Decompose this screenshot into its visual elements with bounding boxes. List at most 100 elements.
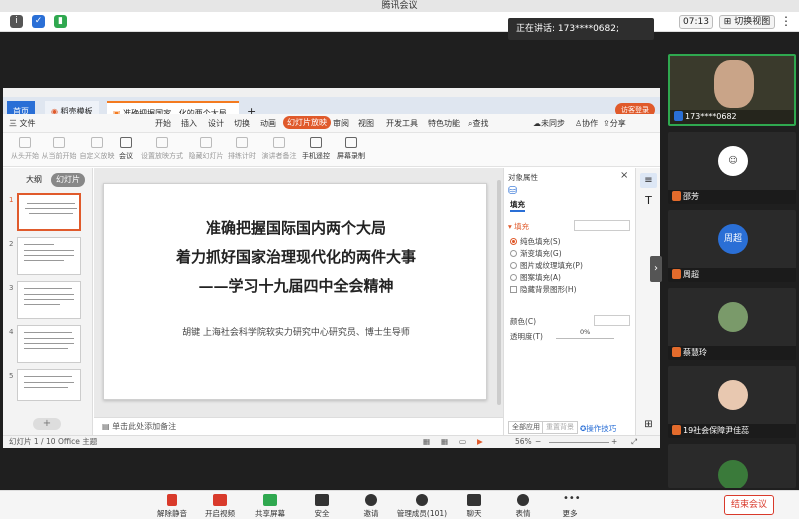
radio-solid[interactable] — [510, 238, 517, 245]
apply-all-button[interactable]: 全部应用 — [508, 421, 544, 434]
hide-slide-label: 隐藏幻灯片 — [188, 152, 224, 160]
slide-thumbnail-2[interactable] — [17, 237, 81, 275]
chat-button[interactable]: 聊天 — [454, 492, 494, 519]
reaction-button[interactable]: 表情 — [503, 492, 543, 519]
slide-thumbnail-1[interactable] — [17, 193, 81, 231]
option-picture[interactable]: 图片或纹理填充(P) — [510, 260, 583, 271]
add-slide-button[interactable]: + — [33, 418, 61, 430]
option-gradient[interactable]: 渐变填充(G) — [510, 248, 562, 259]
share-label: 分享 — [609, 119, 626, 128]
info-icon[interactable]: i — [10, 15, 23, 28]
rehearse-button[interactable]: 排练计时 — [225, 135, 259, 165]
menu-insert[interactable]: 插入 — [181, 117, 197, 130]
menu-developer[interactable]: 开发工具 — [386, 117, 418, 130]
collab-button[interactable]: ♙协作 — [575, 117, 598, 130]
screen-record-button[interactable]: 屏幕录制 — [333, 135, 369, 165]
slide-thumbnail-3[interactable] — [17, 281, 81, 319]
menu-start[interactable]: 开始 — [155, 117, 171, 130]
transparency-slider[interactable] — [556, 338, 614, 339]
tips-link[interactable]: ✪操作技巧 — [580, 423, 616, 434]
tab-slides[interactable]: 幻灯片 — [51, 173, 85, 187]
notes-icon — [273, 137, 285, 148]
slide-thumbnail-4[interactable] — [17, 325, 81, 363]
menu-review[interactable]: 审阅 — [333, 117, 349, 130]
view-reading-icon[interactable]: ▭ — [459, 436, 466, 448]
menu-file[interactable]: 三 文件 — [9, 117, 36, 130]
signal-icon[interactable]: ▮ — [54, 15, 67, 28]
participant-tile[interactable]: 173****0682 — [668, 54, 796, 126]
invite-button[interactable]: 邀请 — [351, 492, 391, 519]
participant-tile[interactable]: 19社会保障尹佳蕊 — [668, 366, 796, 438]
end-meeting-button[interactable]: 结束会议 — [724, 495, 774, 515]
menu-animation[interactable]: 动画 — [260, 117, 276, 130]
fill-tab[interactable]: 填充 — [510, 199, 525, 212]
start-video-button[interactable]: 开启视频 — [200, 492, 240, 519]
more-icon[interactable]: ⋮ — [780, 14, 792, 28]
tab-outline[interactable]: 大纲 — [21, 173, 47, 187]
more-button[interactable]: ••• 更多 — [550, 492, 590, 519]
more-label: 更多 — [562, 509, 578, 518]
view-normal-icon[interactable]: ▦ — [423, 436, 430, 448]
vertical-scrollbar[interactable] — [497, 180, 501, 405]
unmute-button[interactable]: 解除静音 — [152, 492, 192, 519]
thumb-number: 5 — [9, 372, 14, 380]
menu-features[interactable]: 特色功能 — [428, 117, 460, 130]
participant-tile[interactable]: ☺ 邵芳 — [668, 132, 796, 204]
shield-icon[interactable]: ✓ — [32, 15, 45, 28]
menu-design[interactable]: 设计 — [208, 117, 224, 130]
play-from-current-button[interactable]: 从当前开始 — [39, 135, 79, 165]
hide-slide-button[interactable]: 隐藏幻灯片 — [185, 135, 227, 165]
fill-select[interactable] — [574, 220, 630, 231]
paint-bucket-icon[interactable]: ⛁ — [508, 184, 517, 197]
expand-panel-icon[interactable]: › — [650, 256, 662, 282]
participant-tile[interactable] — [668, 444, 796, 488]
zoom-slider[interactable] — [549, 442, 609, 443]
play-current-icon — [53, 137, 65, 148]
view-sorter-icon[interactable]: ▦ — [441, 436, 448, 448]
option-solid[interactable]: 纯色填充(S) — [510, 236, 561, 247]
custom-show-button[interactable]: 自定义放映 — [77, 135, 117, 165]
zoom-out-icon[interactable]: − — [535, 436, 541, 448]
radio-gradient[interactable] — [510, 250, 517, 257]
option-pattern[interactable]: 图案填充(A) — [510, 272, 561, 283]
hide-bg-checkbox[interactable] — [510, 286, 517, 293]
security-button[interactable]: 安全 — [302, 492, 342, 519]
meeting-button[interactable]: 会议 — [113, 135, 139, 165]
radio-pattern[interactable] — [510, 274, 517, 281]
grid-tools-icon[interactable]: ⊞ — [640, 418, 657, 432]
share-screen-icon — [263, 494, 277, 506]
mic-off-icon — [672, 269, 681, 279]
custom-show-icon — [91, 137, 103, 148]
play-slideshow-icon[interactable]: ▶ — [477, 436, 483, 448]
reset-background-button[interactable]: 重置背景 — [542, 421, 578, 434]
speaker-notes-button[interactable]: 演讲者备注 — [259, 135, 299, 165]
color-picker[interactable] — [594, 315, 630, 326]
menu-view[interactable]: 视图 — [358, 117, 374, 130]
menu-transition[interactable]: 切换 — [234, 117, 250, 130]
show-settings-button[interactable]: 设置放映方式 — [139, 135, 185, 165]
play-from-start-button[interactable]: 从头开始 — [7, 135, 43, 165]
participant-tile[interactable]: 蔡慧玲 — [668, 288, 796, 360]
share-button[interactable]: ⇪分享 — [603, 117, 626, 130]
manage-members-button[interactable]: 管理成员(101) — [394, 492, 450, 519]
hide-background-option[interactable]: 隐藏背景图形(H) — [510, 284, 577, 295]
text-icon[interactable]: T — [640, 193, 657, 208]
radio-picture[interactable] — [510, 262, 517, 269]
close-panel-icon[interactable]: × — [620, 170, 628, 181]
start-video-label: 开启视频 — [205, 509, 235, 518]
phone-remote-button[interactable]: 手机遥控 — [299, 135, 333, 165]
fit-window-icon[interactable]: ⤢ — [631, 436, 637, 448]
unsynced-status[interactable]: ☁未同步 — [533, 117, 565, 130]
switch-view-button[interactable]: ⊞ 切换视图 — [719, 15, 775, 29]
slide-thumbnail-5[interactable] — [17, 369, 81, 401]
current-slide[interactable]: 准确把握国际国内两个大局 着力抓好国家治理现代化的两件大事 ——学习十九届四中全… — [103, 183, 487, 400]
share-screen-button[interactable]: 共享屏幕 — [250, 492, 290, 519]
properties-icon[interactable]: ≡ — [640, 173, 657, 188]
zoom-in-icon[interactable]: + — [611, 436, 617, 448]
notes-icon: ▤ — [102, 422, 110, 431]
menu-search[interactable]: ⌕查找 — [468, 117, 488, 130]
notes-area[interactable]: ▤ 单击此处添加备注 — [94, 417, 503, 435]
participant-tile[interactable]: 周超 周超 — [668, 210, 796, 282]
menu-slideshow[interactable]: 幻灯片放映 — [283, 116, 331, 129]
participant-name: 173****0682 — [685, 112, 737, 121]
